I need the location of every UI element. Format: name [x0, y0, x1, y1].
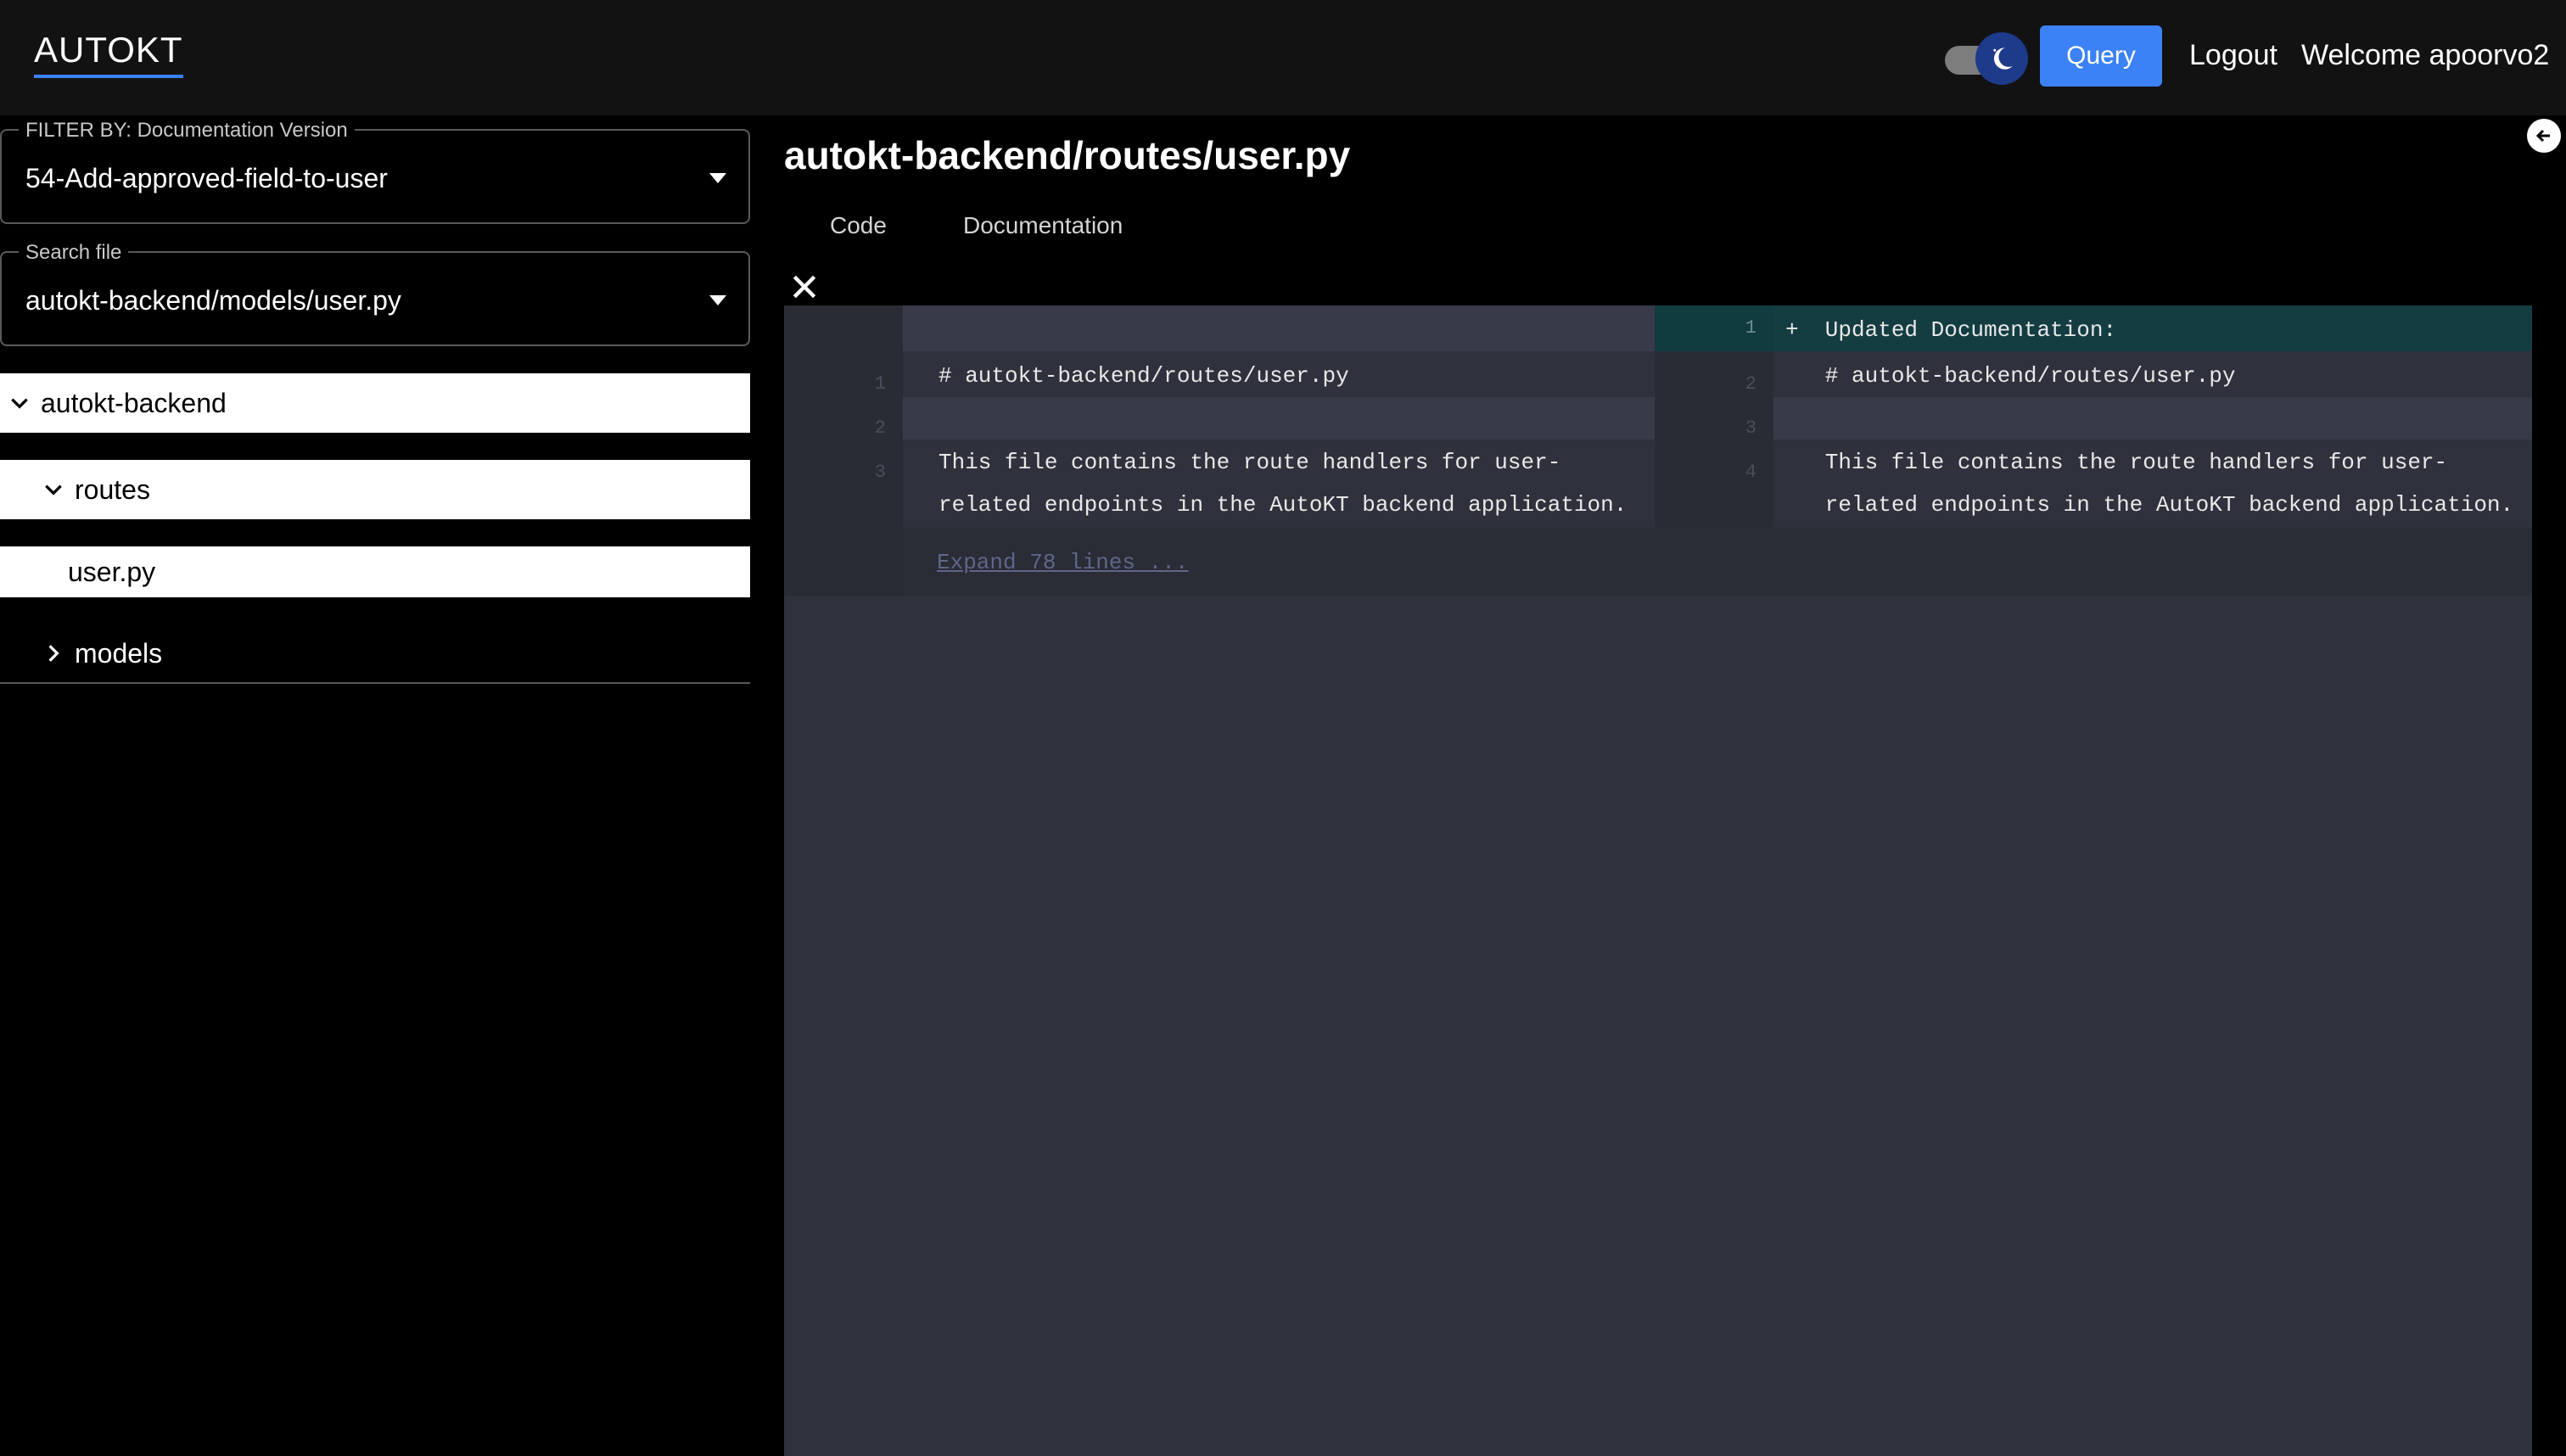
brand-logo[interactable]: AUTOKT [34, 32, 183, 78]
diff-left-line: related endpoints in the AutoKT backend … [938, 492, 1628, 518]
diff-right-empty-row [1773, 397, 2532, 440]
line-number: 2 [874, 417, 886, 439]
left-gutter [784, 305, 903, 528]
diff-left-line: This file contains the route handlers fo… [938, 450, 1561, 475]
diff-left-empty-row [903, 305, 1655, 351]
version-filter-select[interactable]: FILTER BY: Documentation Version 54-Add-… [0, 119, 750, 224]
line-number: 4 [1745, 462, 1756, 483]
app-bar: AUTOKT Query Logout Welcome apoorvo2 [0, 0, 2566, 115]
page-title: autokt-backend/routes/user.py [784, 133, 1351, 177]
arrow-left-icon [2535, 129, 2550, 143]
chevron-down-icon [41, 477, 66, 502]
expand-lines-link[interactable]: Expand 78 lines ... [937, 550, 1188, 575]
tree-item-models[interactable]: models [0, 624, 750, 682]
welcome-text: Welcome apoorvo2 [2301, 39, 2550, 71]
caret-down-icon [709, 173, 726, 183]
logout-link[interactable]: Logout [2189, 39, 2277, 72]
tree-divider [0, 682, 750, 684]
diff-right-line-added: + Updated Documentation: [1785, 317, 2117, 343]
tree-item-label: models [75, 637, 163, 669]
diff-right-line: related endpoints in the AutoKT backend … [1785, 492, 2514, 518]
tree-item-label: user.py [68, 556, 156, 587]
collapse-sidebar-button[interactable] [2527, 119, 2561, 153]
search-file-value: autokt-backend/models/user.py [25, 285, 401, 316]
tree-item-label: routes [75, 473, 150, 505]
line-number: 1 [874, 373, 886, 395]
diff-left-line: # autokt-backend/routes/user.py [938, 363, 1349, 389]
theme-toggle[interactable] [1943, 32, 2031, 85]
search-file-select[interactable]: Search file autokt-backend/models/user.p… [0, 241, 750, 346]
version-filter-label: FILTER BY: Documentation Version [19, 119, 355, 143]
toggle-thumb [1975, 32, 2028, 85]
search-file-label: Search file [19, 241, 129, 265]
chevron-right-icon [41, 641, 66, 666]
diff-right-line: # autokt-backend/routes/user.py [1785, 363, 2236, 389]
line-number: 3 [1745, 417, 1756, 439]
diff-left-empty-row [903, 397, 1655, 440]
close-icon [793, 275, 816, 299]
tree-item-user-py[interactable]: user.py [0, 546, 750, 597]
close-diff-button[interactable] [787, 270, 821, 304]
chevron-down-icon [7, 390, 32, 416]
tab-documentation[interactable]: Documentation [963, 212, 1123, 239]
line-number: 2 [1745, 373, 1756, 395]
query-button[interactable]: Query [2040, 25, 2162, 87]
caret-down-icon [709, 295, 726, 305]
expand-row: Expand 78 lines ... [784, 528, 2532, 596]
tree-item-routes[interactable]: routes [0, 460, 750, 519]
line-number: 1 [1745, 317, 1756, 339]
diff-right-line: This file contains the route handlers fo… [1785, 450, 2448, 475]
line-number: 3 [874, 462, 886, 483]
tab-code[interactable]: Code [830, 212, 887, 239]
tree-item-autokt-backend[interactable]: autokt-backend [0, 373, 750, 433]
expand-gutter [784, 528, 903, 596]
moon-icon [1993, 48, 2013, 70]
diff-viewer: 1 2 3 # autokt-backend/routes/user.py Th… [784, 305, 2532, 1456]
version-filter-value: 54-Add-approved-field-to-user [25, 163, 388, 193]
tree-item-label: autokt-backend [41, 387, 227, 418]
